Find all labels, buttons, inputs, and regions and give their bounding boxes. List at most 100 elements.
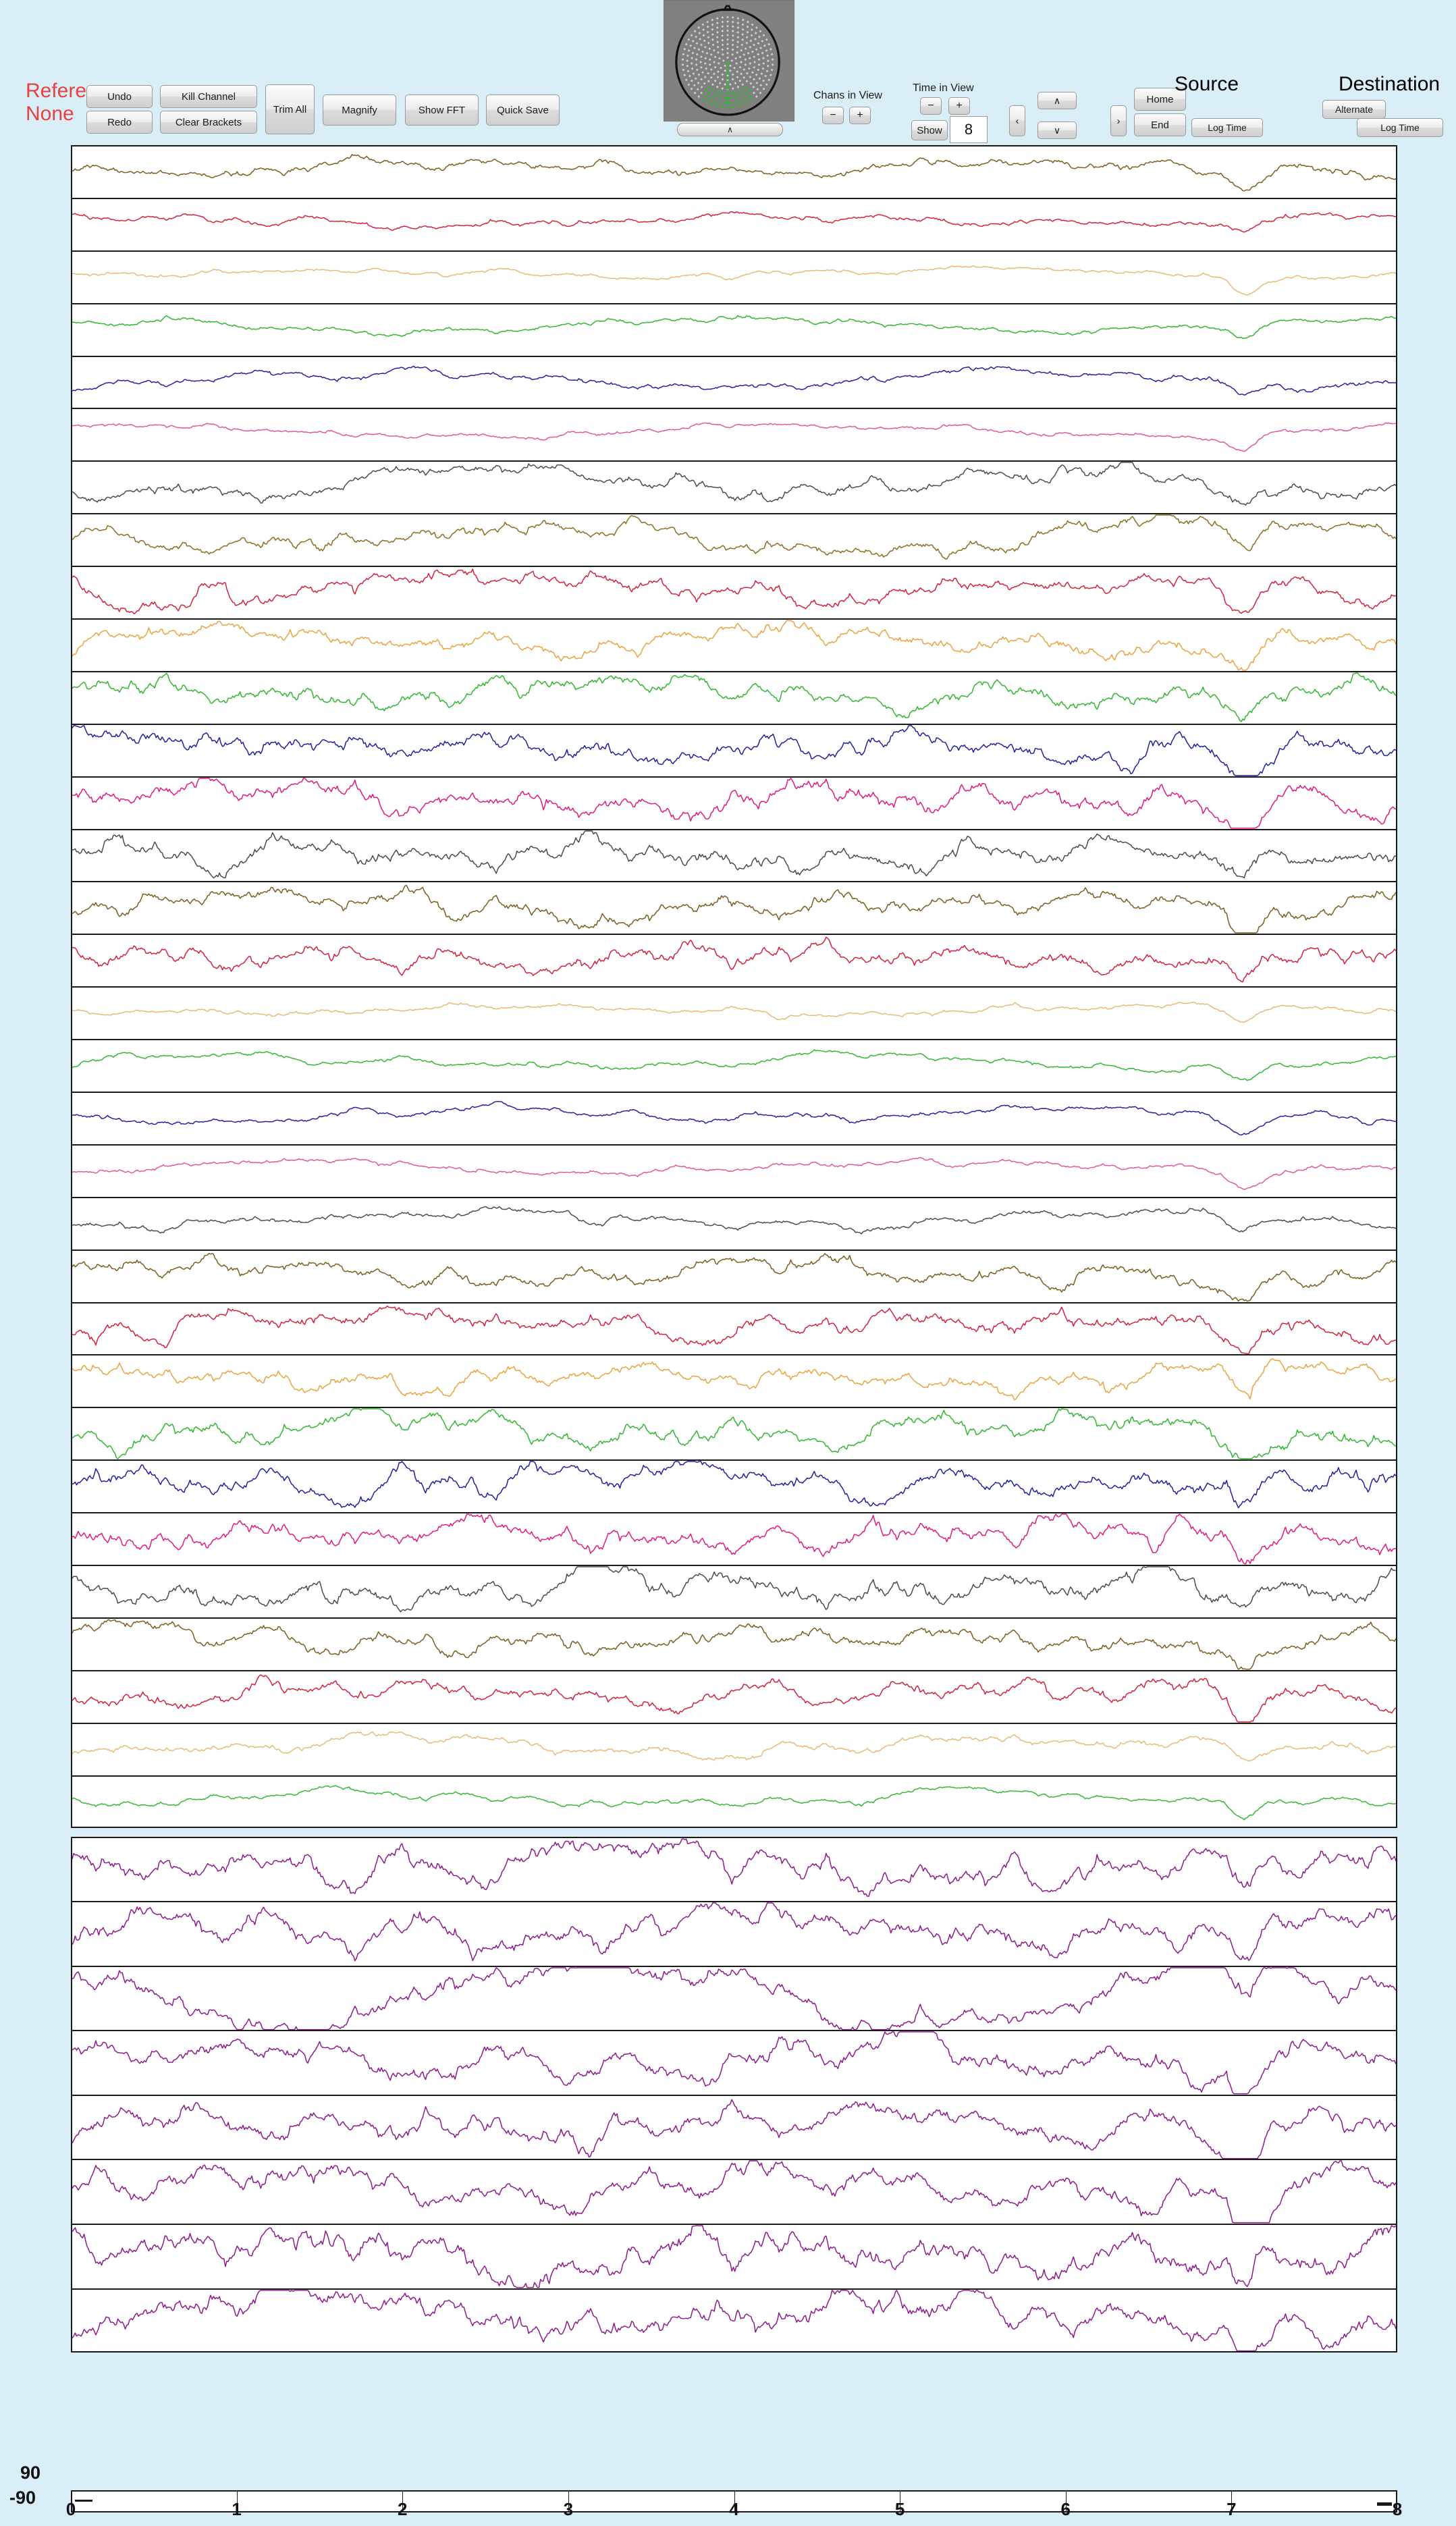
eeg-channel-row[interactable]: 21-A21100(100): [71, 1196, 1397, 1249]
scroll-right-button[interactable]: ›: [1110, 105, 1127, 136]
scroll-down-button[interactable]: ∨: [1037, 122, 1077, 139]
eeg-channel-row[interactable]: 25-A25100(100): [71, 1407, 1397, 1460]
eeg-channel-row[interactable]: 26-A26100(100): [71, 1459, 1397, 1513]
eeg-channel-row[interactable]: 20-A20100(100): [71, 1144, 1397, 1197]
eeg-channel-row[interactable]: 32-A32100(100): [71, 1775, 1397, 1828]
scroll-up-button[interactable]: ∧: [1037, 92, 1077, 109]
time-axis: 0 1 2 3 4 5 6 7 8: [0, 2499, 1456, 2526]
eeg-trace: [72, 1358, 1396, 1401]
eeg-trace: [72, 1784, 1396, 1821]
eeg-trace: [72, 830, 1396, 878]
eeg-channel-row[interactable]: 29-A29100(100): [71, 1617, 1397, 1670]
eeg-channel-row[interactable]: 16-A16100(100): [71, 934, 1397, 987]
eeg-trace: [72, 1619, 1396, 1670]
eeg-trace: [72, 1674, 1396, 1723]
clear-brackets-button[interactable]: Clear Brackets: [160, 111, 257, 134]
eeg-channel-row[interactable]: 27-A27100(100): [71, 1512, 1397, 1565]
eeg-channel-group-reference: 129-Left Ear100(100)130-Right Ear100(100…: [71, 1836, 1397, 2353]
eeg-trace: [72, 514, 1396, 560]
eeg-trace: [72, 154, 1396, 192]
eeg-trace: [72, 462, 1396, 506]
eeg-trace-panel[interactable]: 1-A1100(100)2-A2100(100)3-A3100(100)4-A4…: [71, 145, 1397, 2353]
eeg-channel-row[interactable]: 133-HEOGL100(100): [71, 2094, 1397, 2159]
eeg-channel-row[interactable]: 28-A28100(100): [71, 1565, 1397, 1617]
alternate-button[interactable]: Alternate: [1322, 100, 1386, 119]
eeg-channel-row[interactable]: 129-Left Ear100(100): [71, 1836, 1397, 1902]
source-log-time-button[interactable]: Log Time: [1191, 118, 1263, 137]
eeg-channel-row[interactable]: 22-A22100(100): [71, 1249, 1397, 1302]
chans-in-view-decrease-button[interactable]: −: [822, 107, 844, 124]
chans-in-view-label: Chans in View: [813, 90, 882, 101]
eeg-channel-row[interactable]: 2-A2100(100): [71, 197, 1397, 250]
eeg-trace: [72, 1837, 1396, 1897]
time-tick-label: 6: [1060, 2499, 1071, 2519]
eeg-trace: [72, 365, 1396, 396]
magnify-button[interactable]: Magnify: [323, 95, 396, 126]
redo-button[interactable]: Redo: [86, 111, 153, 134]
time-in-view-increase-button[interactable]: +: [948, 97, 970, 115]
eeg-trace: [72, 2225, 1396, 2288]
eeg-channel-row[interactable]: 31-A31100(100): [71, 1722, 1397, 1775]
eeg-channel-row[interactable]: 135-LM100(100): [71, 2224, 1397, 2288]
eeg-channel-row[interactable]: 134-HEOGR100(100): [71, 2159, 1397, 2224]
eeg-trace: [72, 2031, 1396, 2095]
time-in-view-label: Time in View: [913, 82, 974, 94]
source-title: Source: [1175, 73, 1239, 95]
eeg-trace: [72, 1049, 1396, 1081]
eeg-channel-row[interactable]: 30-A30100(100): [71, 1669, 1397, 1723]
time-in-view-input[interactable]: 8: [950, 116, 988, 143]
eeg-channel-row[interactable]: 7-A7100(100): [71, 460, 1397, 514]
eeg-channel-row[interactable]: 15-A15100(100): [71, 881, 1397, 934]
eeg-channel-row[interactable]: 4-A4100(100): [71, 302, 1397, 356]
eeg-trace: [72, 1100, 1396, 1136]
trim-all-button[interactable]: Trim All: [265, 84, 315, 134]
destination-title: Destination: [1339, 73, 1440, 95]
electrode-head-map[interactable]: [664, 0, 794, 122]
eeg-channel-row[interactable]: 3-A3100(100): [71, 250, 1397, 303]
toolbar: Reference: None Undo Redo Kill Channel C…: [0, 0, 1456, 145]
eeg-channel-row[interactable]: 14-A14100(100): [71, 828, 1397, 882]
eeg-trace: [72, 1731, 1396, 1762]
eeg-channel-row[interactable]: 10-A10100(100): [71, 618, 1397, 671]
eeg-channel-row[interactable]: 6-A6100(100): [71, 408, 1397, 461]
show-fft-button[interactable]: Show FFT: [405, 95, 479, 126]
quick-save-button[interactable]: Quick Save: [486, 95, 560, 126]
eeg-trace: [72, 1305, 1396, 1355]
eeg-channel-row[interactable]: 17-A17100(100): [71, 986, 1397, 1040]
eeg-channel-row[interactable]: 1-A1100(100): [71, 145, 1397, 198]
eeg-channel-row[interactable]: 136-RM100(100): [71, 2288, 1397, 2353]
end-button[interactable]: End: [1134, 113, 1186, 136]
time-in-view-decrease-button[interactable]: −: [920, 97, 942, 115]
eeg-trace: [72, 1902, 1396, 1962]
time-tick-label: 7: [1226, 2499, 1237, 2519]
eeg-trace: [72, 568, 1396, 615]
eeg-trace: [72, 1566, 1396, 1613]
eeg-channel-row[interactable]: 8-A8100(100): [71, 513, 1397, 566]
eeg-channel-row[interactable]: 23-A23100(100): [71, 1301, 1397, 1355]
time-tick-label: 2: [398, 2499, 408, 2519]
eeg-channel-row[interactable]: 19-A19100(100): [71, 1092, 1397, 1144]
headmap-collapse-button[interactable]: ∧: [677, 123, 783, 136]
time-tick-label: 3: [563, 2499, 574, 2519]
eeg-channel-row[interactable]: 13-A13100(100): [71, 776, 1397, 829]
eeg-channel-row[interactable]: 24-A24100(100): [71, 1354, 1397, 1407]
eeg-channel-row[interactable]: 11-A11100(100): [71, 670, 1397, 724]
eeg-trace: [72, 1157, 1396, 1190]
eeg-channel-row[interactable]: 9-A9100(100): [71, 566, 1397, 619]
destination-log-time-button[interactable]: Log Time: [1357, 118, 1443, 137]
eeg-trace: [72, 265, 1396, 296]
eeg-trace: [72, 1002, 1396, 1023]
kill-channel-button[interactable]: Kill Channel: [160, 85, 257, 108]
eeg-channel-row[interactable]: 130-Right Ear100(100): [71, 1901, 1397, 1966]
eeg-channel-row[interactable]: 12-A12100(100): [71, 723, 1397, 776]
undo-button[interactable]: Undo: [86, 85, 153, 108]
eeg-trace: [72, 211, 1396, 233]
scroll-left-button[interactable]: ‹: [1009, 105, 1025, 136]
eeg-channel-row[interactable]: 132-VEOGI100(100): [71, 2030, 1397, 2095]
show-button[interactable]: Show: [911, 120, 948, 140]
chans-in-view-increase-button[interactable]: +: [849, 107, 871, 124]
eeg-channel-row[interactable]: 5-A5100(100): [71, 355, 1397, 408]
eeg-channel-row[interactable]: 18-A18100(100): [71, 1039, 1397, 1092]
eeg-trace: [72, 2099, 1396, 2159]
eeg-channel-row[interactable]: 131-VEOGS100(100): [71, 1965, 1397, 2031]
